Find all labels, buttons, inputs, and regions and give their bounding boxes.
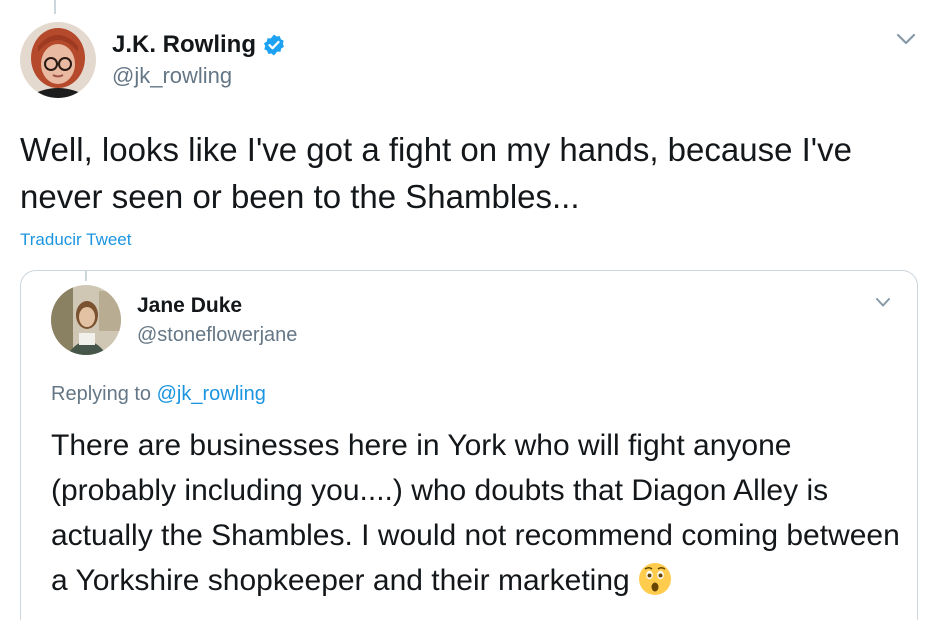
avatar[interactable] <box>20 22 96 98</box>
quote-thread-connector-line <box>85 271 87 281</box>
quoted-tweet-text: There are businesses here in York who wi… <box>51 429 900 597</box>
astonished-face-emoji-icon <box>638 563 671 595</box>
tweet-page: J.K. Rowling @jk_rowling Well, looks lik… <box>0 0 930 620</box>
profile-photo-icon <box>51 285 121 355</box>
tweet-text: Well, looks like I've got a fight on my … <box>20 131 852 215</box>
quoted-avatar[interactable] <box>51 285 121 355</box>
replying-to-mention-link[interactable]: @jk_rowling <box>157 383 266 405</box>
author-display-name[interactable]: J.K. Rowling <box>112 31 256 59</box>
verified-badge-icon <box>264 34 284 56</box>
thread-connector-line <box>54 0 56 14</box>
chevron-down-icon[interactable] <box>875 297 891 308</box>
quoted-author-header: Jane Duke @stoneflowerjane <box>51 285 297 355</box>
translate-tweet-link[interactable]: Traducir Tweet <box>20 230 132 250</box>
author-info: J.K. Rowling @jk_rowling <box>112 31 286 89</box>
author-handle[interactable]: @jk_rowling <box>112 63 286 89</box>
quoted-author-display-name[interactable]: Jane Duke <box>137 294 297 318</box>
author-name-line: J.K. Rowling <box>112 31 286 59</box>
tweet-author-header: J.K. Rowling @jk_rowling <box>20 22 286 98</box>
chevron-down-icon[interactable] <box>896 32 916 46</box>
quoted-tweet-card[interactable]: Jane Duke @stoneflowerjane Replying to @… <box>20 270 918 620</box>
quoted-tweet-text-block: There are businesses here in York who wi… <box>51 423 901 603</box>
quoted-author-handle[interactable]: @stoneflowerjane <box>137 324 297 347</box>
profile-photo-icon <box>20 22 96 98</box>
replying-to-label: Replying to <box>51 383 152 405</box>
quoted-author-info: Jane Duke @stoneflowerjane <box>137 294 297 347</box>
replying-to-line: Replying to @jk_rowling <box>51 383 266 406</box>
